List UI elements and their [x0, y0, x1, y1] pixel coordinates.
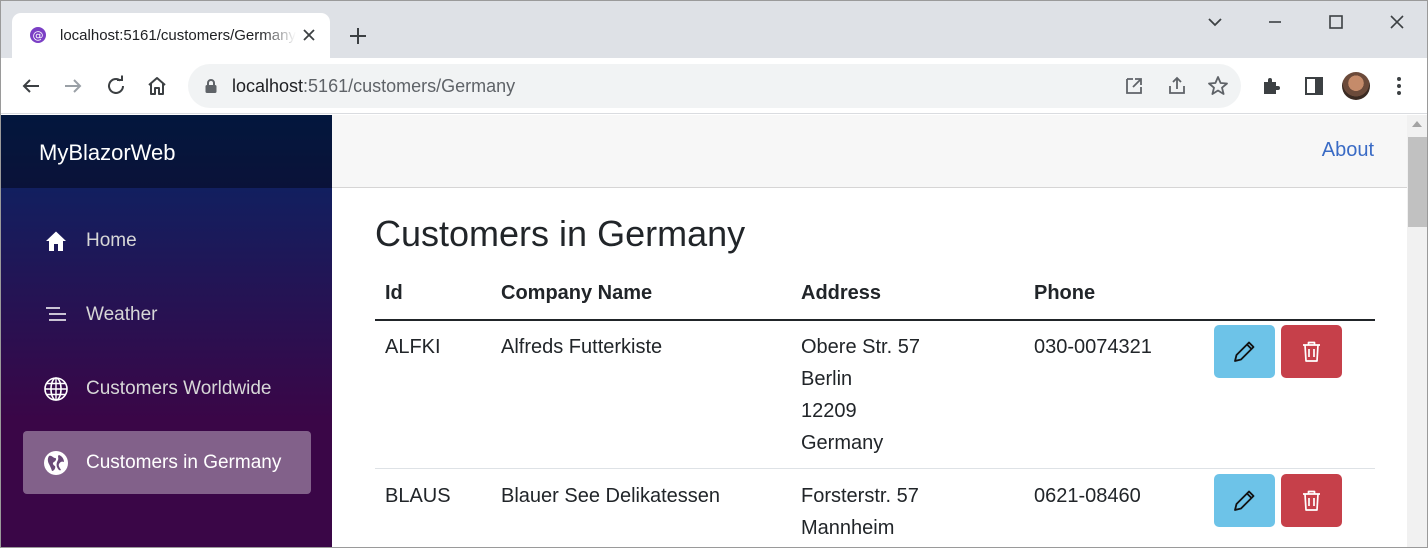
- address-line: 12209: [801, 400, 857, 422]
- about-link[interactable]: About: [1322, 139, 1374, 162]
- blazor-favicon-icon: @: [30, 27, 46, 43]
- address-line: Berlin: [801, 368, 853, 390]
- header-divider: [375, 319, 1375, 321]
- address-line: Obere Str. 57: [801, 336, 920, 358]
- new-tab-icon[interactable]: [347, 25, 369, 47]
- cell-id: ALFKI: [385, 336, 441, 358]
- pencil-icon: [1234, 490, 1255, 511]
- home-icon: [46, 231, 66, 251]
- home-browser-icon[interactable]: [145, 74, 169, 98]
- url-host: localhost: [232, 76, 304, 96]
- cell-address: Forsterstr. 57 Mannheim: [801, 480, 919, 544]
- maximize-icon[interactable]: [1325, 11, 1347, 33]
- bookmark-star-icon[interactable]: [1206, 74, 1230, 98]
- edit-button[interactable]: [1214, 474, 1275, 527]
- main-content: Customers in Germany Id Company Name Add…: [332, 189, 1407, 547]
- cell-company-name: Alfreds Futterkiste: [501, 336, 663, 358]
- cell-company-name: Blauer See Delikatessen: [501, 485, 721, 507]
- nav-item-customers-germany[interactable]: Customers in Germany: [23, 431, 311, 494]
- nav-label-customers-worldwide: Customers Worldwide: [86, 378, 272, 399]
- list-icon: [46, 307, 66, 321]
- edit-button[interactable]: [1214, 325, 1275, 378]
- cell-address: Obere Str. 57 Berlin 12209 Germany: [801, 331, 920, 459]
- back-arrow-icon[interactable]: [19, 74, 43, 98]
- browser-toolbar: localhost:5161/customers/Germany: [1, 58, 1427, 114]
- delete-button[interactable]: [1281, 325, 1342, 378]
- sidebar: MyBlazorWeb Home Weather Customers World…: [1, 115, 332, 547]
- nav-label-home: Home: [86, 230, 137, 251]
- address-line: Mannheim: [801, 517, 895, 539]
- extensions-puzzle-icon[interactable]: [1259, 74, 1283, 98]
- globe-icon: [44, 377, 68, 401]
- row-divider: [375, 468, 1375, 469]
- forward-arrow-icon[interactable]: [61, 74, 85, 98]
- close-tab-icon[interactable]: [300, 26, 318, 44]
- reload-icon[interactable]: [104, 74, 128, 98]
- nav-item-weather[interactable]: Weather: [23, 283, 311, 346]
- svg-text:@: @: [33, 29, 44, 42]
- scrollbar-thumb[interactable]: [1408, 137, 1427, 227]
- brand-bar: MyBlazorWeb: [1, 115, 332, 188]
- address-bar[interactable]: localhost:5161/customers/Germany: [188, 64, 1241, 108]
- profile-avatar[interactable]: [1342, 72, 1370, 100]
- url-text[interactable]: localhost:5161/customers/Germany: [232, 76, 515, 97]
- nav-label-customers-germany: Customers in Germany: [86, 452, 282, 473]
- page-viewport: MyBlazorWeb Home Weather Customers World…: [1, 115, 1427, 547]
- page-scrollbar[interactable]: [1407, 115, 1427, 547]
- address-line: Forsterstr. 57: [801, 485, 919, 507]
- address-line: Germany: [801, 432, 884, 454]
- page-title: Customers in Germany: [375, 213, 746, 254]
- delete-button[interactable]: [1281, 474, 1342, 527]
- cell-phone: 0621-08460: [1034, 485, 1141, 507]
- column-header-id: Id: [385, 282, 403, 304]
- tab-strip: @ localhost:5161/customers/Germany: [1, 1, 1427, 58]
- share-icon[interactable]: [1165, 74, 1189, 98]
- more-menu-icon[interactable]: [1387, 74, 1411, 98]
- tab-search-chevron-icon[interactable]: [1204, 11, 1226, 33]
- top-row: About: [332, 115, 1407, 188]
- column-header-address: Address: [801, 282, 882, 304]
- brand-link[interactable]: MyBlazorWeb: [39, 140, 176, 166]
- tab-title: localhost:5161/customers/Germany: [60, 27, 296, 44]
- cell-id: BLAUS: [385, 485, 451, 507]
- close-window-icon[interactable]: [1386, 11, 1408, 33]
- browser-tab-active[interactable]: @ localhost:5161/customers/Germany: [12, 13, 330, 58]
- cell-phone: 030-0074321: [1034, 336, 1152, 358]
- pencil-icon: [1234, 341, 1255, 362]
- globe-filled-icon: [44, 451, 68, 475]
- column-header-phone: Phone: [1034, 282, 1096, 304]
- trash-icon: [1303, 341, 1320, 362]
- nav-item-customers-worldwide[interactable]: Customers Worldwide: [23, 357, 311, 420]
- open-in-app-icon[interactable]: [1122, 74, 1146, 98]
- trash-icon: [1303, 490, 1320, 511]
- nav-item-home[interactable]: Home: [23, 209, 311, 272]
- url-path: :5161/customers/Germany: [303, 76, 516, 96]
- side-panel-icon[interactable]: [1302, 74, 1326, 98]
- nav-label-weather: Weather: [86, 304, 158, 325]
- column-header-company-name: Company Name: [501, 282, 653, 304]
- browser-window: @ localhost:5161/customers/Germany local…: [0, 0, 1428, 548]
- lock-icon[interactable]: [204, 78, 218, 94]
- scroll-up-arrow-icon[interactable]: [1412, 121, 1422, 127]
- minimize-icon[interactable]: [1264, 11, 1286, 33]
